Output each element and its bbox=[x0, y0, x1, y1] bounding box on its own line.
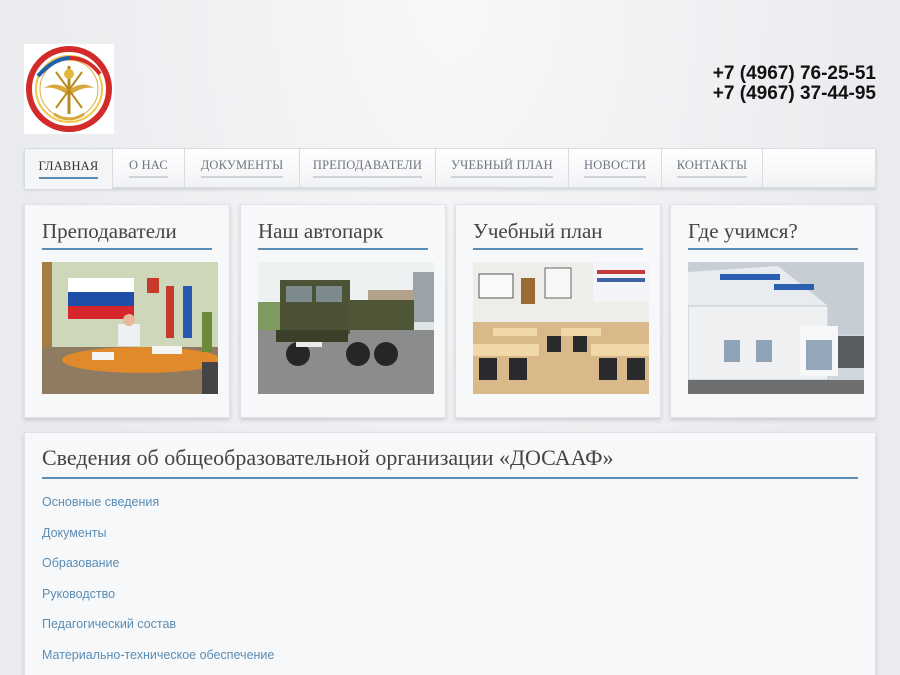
link-facilities[interactable]: Материально-техническое обеспечение bbox=[42, 648, 274, 675]
contact-phones: +7 (4967) 76-25-51 +7 (4967) 37-44-95 bbox=[713, 64, 876, 104]
nav-item-home[interactable]: ГЛАВНАЯ bbox=[25, 149, 113, 189]
nav-item-about[interactable]: О НАС bbox=[113, 149, 185, 187]
link-management[interactable]: Руководство bbox=[42, 587, 274, 618]
dosaaf-emblem-icon bbox=[26, 46, 112, 132]
card-curriculum[interactable]: Учебный план bbox=[455, 204, 661, 418]
phone-number-1[interactable]: +7 (4967) 76-25-51 bbox=[713, 64, 876, 84]
nav-item-news[interactable]: НОВОСТИ bbox=[569, 149, 662, 187]
site-logo[interactable] bbox=[24, 44, 114, 134]
card-title: Наш автопарк bbox=[258, 219, 428, 250]
card-teachers[interactable]: Преподаватели bbox=[24, 204, 230, 418]
classroom-photo[interactable] bbox=[473, 262, 649, 394]
link-documents[interactable]: Документы bbox=[42, 526, 274, 557]
card-title: Где учимся? bbox=[688, 219, 858, 250]
card-location[interactable]: Где учимся? bbox=[670, 204, 876, 418]
link-teaching-staff[interactable]: Педагогический состав bbox=[42, 617, 274, 648]
link-basic-info[interactable]: Основные сведения bbox=[42, 495, 274, 526]
office-with-flag-photo[interactable] bbox=[42, 262, 218, 394]
link-education[interactable]: Образование bbox=[42, 556, 274, 587]
nav-item-curriculum[interactable]: УЧЕБНЫЙ ПЛАН bbox=[436, 149, 569, 187]
card-fleet[interactable]: Наш автопарк bbox=[240, 204, 446, 418]
phone-number-2[interactable]: +7 (4967) 37-44-95 bbox=[713, 84, 876, 104]
card-title: Учебный план bbox=[473, 219, 643, 250]
military-truck-photo[interactable] bbox=[258, 262, 434, 394]
org-info-panel: Сведения об общеобразовательной организа… bbox=[24, 432, 876, 675]
nav-item-teachers[interactable]: ПРЕПОДАВАТЕЛИ bbox=[300, 149, 436, 187]
main-nav: ГЛАВНАЯ О НАС ДОКУМЕНТЫ ПРЕПОДАВАТЕЛИ УЧ… bbox=[24, 148, 876, 189]
nav-item-contacts[interactable]: КОНТАКТЫ bbox=[662, 149, 763, 187]
dosaaf-building-photo[interactable] bbox=[688, 262, 864, 394]
org-info-title: Сведения об общеобразовательной организа… bbox=[42, 445, 858, 479]
org-info-links: Основные сведения Документы Образование … bbox=[42, 495, 274, 675]
nav-item-documents[interactable]: ДОКУМЕНТЫ bbox=[185, 149, 300, 187]
card-title: Преподаватели bbox=[42, 219, 212, 250]
